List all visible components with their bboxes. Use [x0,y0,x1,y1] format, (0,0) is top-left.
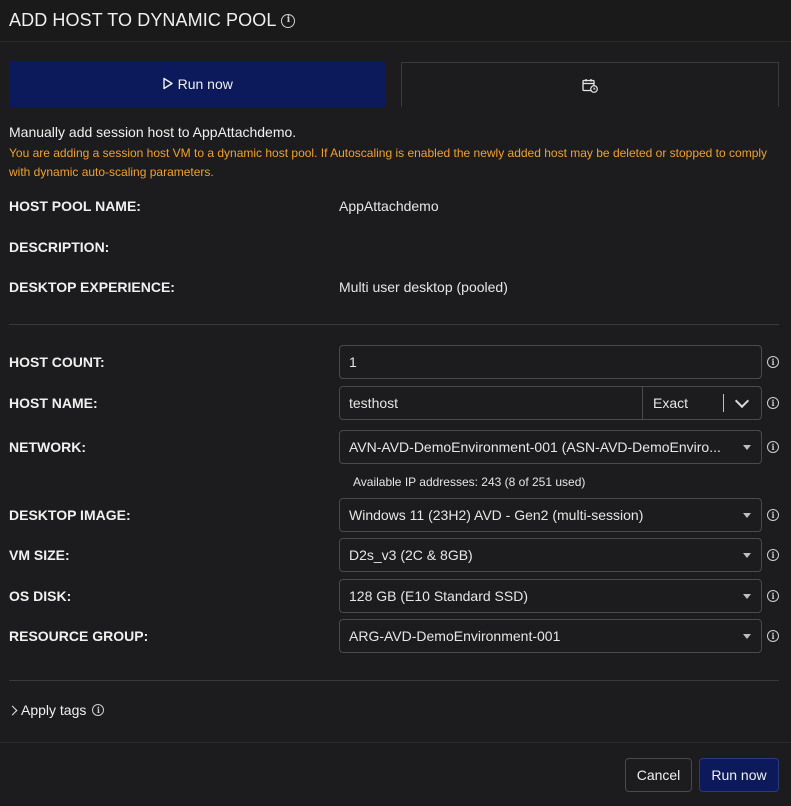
vm-size-row: VM SIZE: D2s_v3 (2C & 8GB) i [9,538,779,572]
desktop-image-select[interactable]: Windows 11 (23H2) AVD - Gen2 (multi-sess… [339,498,762,532]
host-pool-name-value: AppAttachdemo [339,198,439,214]
desktop-image-info-icon[interactable]: i [767,509,779,521]
run-mode-tabs: Run now [9,62,779,107]
host-count-label: HOST COUNT: [9,354,105,370]
vm-size-info-icon[interactable]: i [767,549,779,561]
caret-down-icon [743,553,751,558]
select-separator [723,394,724,412]
caret-down-icon [743,445,751,450]
caret-down-icon [743,594,751,599]
resource-group-select[interactable]: ARG-AVD-DemoEnvironment-001 [339,619,762,653]
network-row: NETWORK: AVN-AVD-DemoEnvironment-001 (AS… [9,430,779,464]
vm-size-value: D2s_v3 (2C & 8GB) [349,547,473,563]
apply-tags-toggle[interactable]: Apply tags i [7,702,105,718]
host-pool-name-label: HOST POOL NAME: [9,198,141,214]
resource-group-info-icon[interactable]: i [767,630,779,642]
network-label: NETWORK: [9,439,86,455]
resource-group-row: RESOURCE GROUP: ARG-AVD-DemoEnvironment-… [9,619,779,653]
os-disk-select[interactable]: 128 GB (E10 Standard SSD) [339,579,762,613]
os-disk-row: OS DISK: 128 GB (E10 Standard SSD) i [9,579,779,613]
network-info-icon[interactable]: i [767,441,779,453]
resource-group-value: ARG-AVD-DemoEnvironment-001 [349,628,561,644]
desktop-experience-value: Multi user desktop (pooled) [339,279,508,295]
resource-group-label: RESOURCE GROUP: [9,628,149,644]
host-name-mode-select[interactable]: Exact [642,387,761,419]
intro-text: Manually add session host to AppAttachde… [9,124,297,140]
dialog-header: ADD HOST TO DYNAMIC POOL i [0,0,791,42]
tab-schedule[interactable] [400,62,779,107]
intro-section: Manually add session host to AppAttachde… [9,124,784,182]
apply-tags-info-icon[interactable]: i [92,704,105,716]
available-ip-info: Available IP addresses: 243 (8 of 251 us… [353,475,586,489]
description-label: DESCRIPTION: [9,239,110,255]
host-name-info-icon[interactable]: i [767,397,779,409]
chevron-down-icon[interactable] [734,393,750,408]
os-disk-info-icon[interactable]: i [767,590,779,602]
chevron-right-icon [7,705,18,715]
host-count-row: HOST COUNT: 1 i [9,345,779,379]
info-icon[interactable]: i [281,13,296,28]
vm-size-select[interactable]: D2s_v3 (2C & 8GB) [339,538,762,572]
dialog-footer: Cancel Run now [0,742,791,806]
dialog-title: ADD HOST TO DYNAMIC POOL [9,10,277,30]
run-now-button[interactable]: Run now [699,758,779,792]
section-divider [9,324,779,325]
calendar-schedule-icon [582,78,598,93]
host-name-value: testhost [349,395,399,411]
caret-down-icon [743,634,751,639]
desktop-experience-row: DESKTOP EXPERIENCE: Multi user desktop (… [9,279,779,295]
tab-run-now[interactable]: Run now [9,62,386,107]
host-name-mode-value: Exact [653,395,689,411]
host-count-info-icon[interactable]: i [767,356,779,368]
host-count-value: 1 [349,354,357,370]
play-icon [162,77,173,90]
desktop-image-row: DESKTOP IMAGE: Windows 11 (23H2) AVD - G… [9,498,779,532]
apply-tags-label: Apply tags [21,702,87,718]
cancel-button[interactable]: Cancel [625,758,692,792]
autoscale-warning: You are adding a session host VM to a dy… [9,146,768,179]
network-value: AVN-AVD-DemoEnvironment-001 (ASN-AVD-Dem… [349,439,721,455]
host-name-input[interactable]: testhost Exact [339,386,762,420]
os-disk-label: OS DISK: [9,588,72,604]
desktop-image-value: Windows 11 (23H2) AVD - Gen2 (multi-sess… [349,507,644,523]
tab-run-now-label: Run now [177,75,233,92]
desktop-image-label: DESKTOP IMAGE: [9,507,131,523]
vm-size-label: VM SIZE: [9,547,70,563]
host-pool-name-row: HOST POOL NAME: AppAttachdemo [9,198,779,214]
desktop-experience-label: DESKTOP EXPERIENCE: [9,279,175,295]
network-select[interactable]: AVN-AVD-DemoEnvironment-001 (ASN-AVD-Dem… [339,430,762,464]
host-name-row: HOST NAME: testhost Exact i [9,386,779,420]
caret-down-icon [743,513,751,518]
os-disk-value: 128 GB (E10 Standard SSD) [349,588,528,604]
host-name-label: HOST NAME: [9,395,98,411]
section-divider [9,680,779,681]
description-row: DESCRIPTION: [9,239,779,255]
host-count-input[interactable]: 1 [339,345,762,379]
